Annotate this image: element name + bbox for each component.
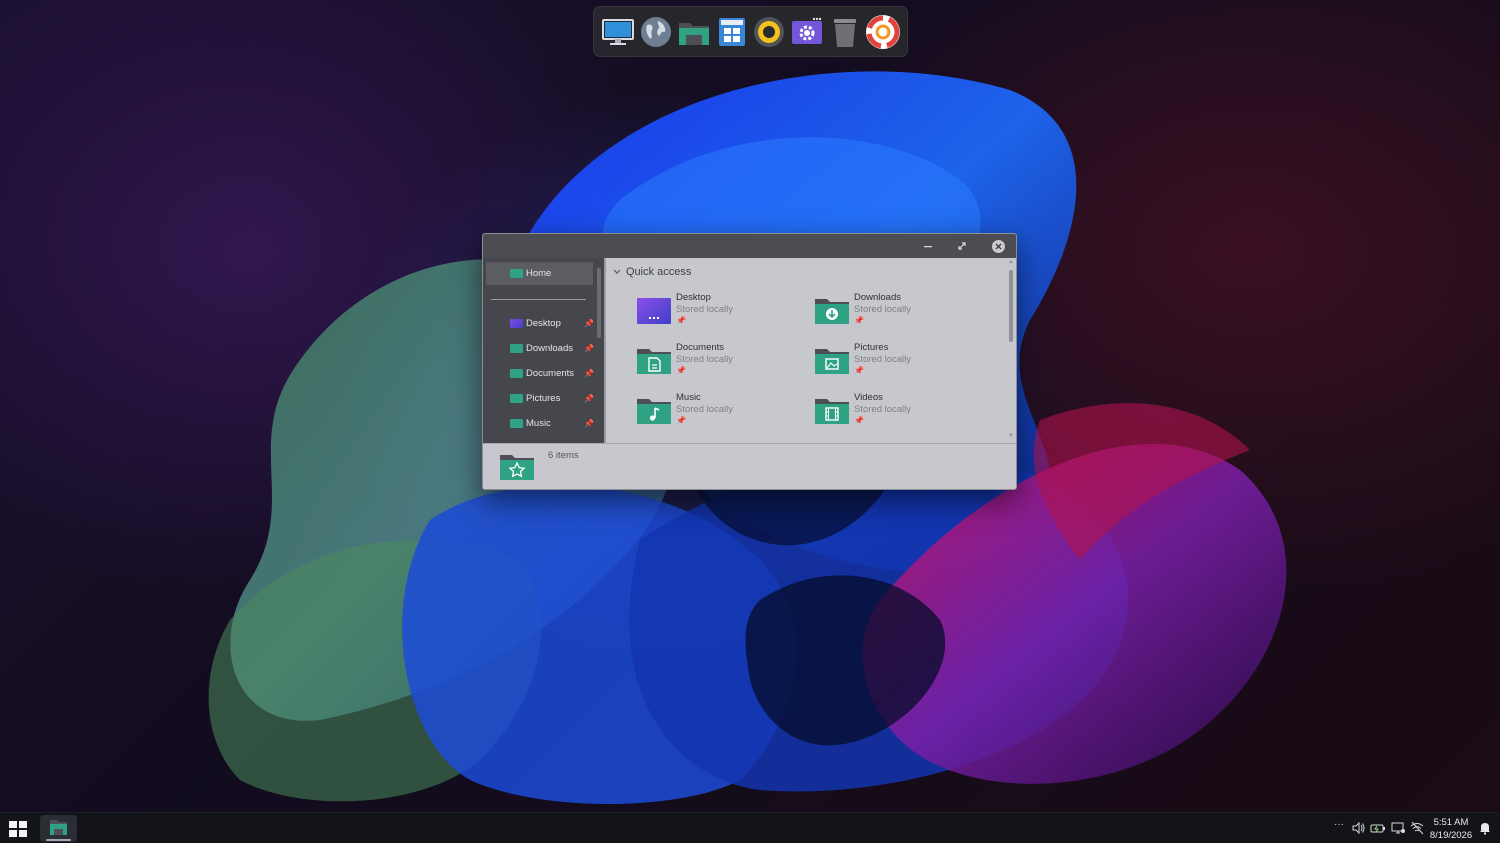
videos-folder-icon — [815, 399, 849, 424]
documents-folder-icon — [637, 349, 671, 374]
scroll-down-icon[interactable]: ▼ — [1008, 433, 1014, 439]
quick-access-title: Quick access — [626, 266, 692, 278]
tile-subtitle: Stored locally — [676, 404, 734, 415]
clock[interactable]: 5:51 AM 8/19/2026 — [1426, 816, 1476, 842]
sidebar-item-downloads[interactable]: Downloads 📌 — [486, 337, 594, 360]
tile-videos[interactable]: Videos Stored locally 📌 — [814, 392, 984, 436]
monitor-icon[interactable] — [600, 12, 636, 52]
maximize-button[interactable] — [951, 237, 973, 255]
clock-time: 5:51 AM — [1433, 817, 1469, 828]
tile-pictures[interactable]: Pictures Stored locally 📌 — [814, 342, 984, 386]
tile-subtitle: Stored locally — [854, 304, 912, 315]
tile-desktop[interactable]: Desktop Stored locally 📌 — [636, 292, 806, 336]
item-count: 6 items — [548, 450, 579, 461]
quick-access-star-folder-icon — [500, 455, 534, 480]
taskbar-file-explorer[interactable] — [40, 815, 77, 842]
media-player-icon[interactable] — [751, 12, 787, 52]
file-explorer-icon — [50, 820, 67, 835]
sidebar-item-label: Downloads — [526, 343, 573, 354]
sidebar-item-home[interactable]: Home — [486, 262, 593, 285]
store-icon[interactable] — [714, 12, 750, 52]
desktop-folder-icon — [510, 319, 523, 328]
sidebar-item-music[interactable]: Music 📌 — [486, 412, 594, 435]
tile-name: Pictures — [854, 342, 889, 353]
pin-icon: 📌 — [854, 366, 864, 375]
sidebar-item-documents[interactable]: Documents 📌 — [486, 362, 594, 385]
tile-subtitle: Stored locally — [854, 354, 912, 365]
home-folder-icon — [510, 269, 523, 278]
sidebar-item-pictures[interactable]: Pictures 📌 — [486, 387, 594, 410]
content-scrollbar[interactable]: ▲ ▼ — [1005, 258, 1016, 443]
music-folder-icon — [510, 419, 523, 428]
scrollbar-thumb[interactable] — [597, 268, 601, 338]
active-indicator — [46, 839, 71, 841]
sidebar-scrollbar[interactable] — [594, 258, 604, 443]
windows-start-icon[interactable] — [8, 820, 28, 838]
pictures-folder-icon — [510, 394, 523, 403]
quick-access-header[interactable]: Quick access — [612, 266, 691, 278]
tile-name: Videos — [854, 392, 883, 403]
wifi-off-icon[interactable] — [1410, 821, 1425, 835]
sidebar-item-label: Music — [526, 418, 551, 429]
tile-documents[interactable]: Documents Stored locally 📌 — [636, 342, 806, 386]
settings-icon[interactable] — [789, 12, 825, 52]
pin-icon: 📌 — [854, 416, 864, 425]
clock-date: 8/19/2026 — [1429, 830, 1473, 841]
downloads-folder-icon — [815, 299, 849, 324]
sidebar-item-label: Home — [526, 268, 552, 279]
music-folder-icon — [637, 399, 671, 424]
pin-icon: 📌 — [676, 316, 686, 325]
details-bar: 6 items — [483, 443, 1016, 489]
pin-icon: 📌 — [584, 394, 594, 403]
volume-icon[interactable] — [1351, 821, 1365, 835]
tile-name: Music — [676, 392, 701, 403]
tile-name: Desktop — [676, 292, 711, 303]
desktop-folder-icon — [637, 298, 671, 324]
tile-name: Documents — [676, 342, 725, 353]
minimize-button[interactable] — [917, 237, 939, 255]
tile-music[interactable]: Music Stored locally 📌 — [636, 392, 806, 436]
scroll-up-icon[interactable]: ▲ — [1008, 259, 1014, 265]
dock — [593, 6, 908, 57]
battery-charging-icon[interactable] — [1370, 821, 1386, 835]
pin-icon: 📌 — [584, 344, 594, 353]
tile-downloads[interactable]: Downloads Stored locally 📌 — [814, 292, 984, 336]
close-icon — [991, 239, 1005, 253]
chevron-down-icon — [613, 269, 621, 274]
app-launcher-icon[interactable] — [865, 12, 901, 52]
tile-name: Downloads — [854, 292, 901, 303]
sidebar-item-desktop[interactable]: Desktop 📌 — [486, 312, 594, 335]
pin-icon: 📌 — [854, 316, 864, 325]
file-explorer-window: Home Desktop 📌 Downloads 📌 Documents 📌 P… — [482, 233, 1017, 490]
sidebar-divider — [491, 299, 586, 300]
downloads-folder-icon — [510, 344, 523, 353]
sidebar-item-label: Pictures — [526, 393, 561, 404]
taskbar: ··· 5:51 AM 8/19/2026 — [0, 812, 1500, 843]
recycle-bin-icon[interactable] — [827, 12, 863, 52]
pin-icon: 📌 — [584, 419, 594, 428]
close-button[interactable] — [987, 237, 1009, 255]
pictures-folder-icon — [815, 349, 849, 374]
scrollbar-thumb[interactable] — [1009, 270, 1013, 342]
sidebar-item-label: Documents — [526, 368, 575, 379]
navigation-pane: Home Desktop 📌 Downloads 📌 Documents 📌 P… — [483, 258, 604, 443]
overflow-icon[interactable]: ··· — [1334, 819, 1344, 830]
pin-icon: 📌 — [676, 416, 686, 425]
pin-icon: 📌 — [584, 319, 594, 328]
tile-subtitle: Stored locally — [854, 404, 912, 415]
tile-subtitle: Stored locally — [676, 304, 734, 315]
pin-icon: 📌 — [584, 369, 594, 378]
network-display-icon[interactable] — [1391, 821, 1406, 835]
globe-icon[interactable] — [638, 12, 674, 52]
pin-icon: 📌 — [676, 366, 686, 375]
sidebar-item-label: Desktop — [526, 318, 561, 329]
documents-folder-icon — [510, 369, 523, 378]
file-explorer-icon[interactable] — [676, 12, 712, 52]
notification-bell-icon[interactable] — [1479, 821, 1491, 835]
title-bar[interactable] — [483, 234, 1016, 258]
content-pane: Quick access Desktop Stored locally 📌 Do… — [606, 258, 1016, 443]
tile-subtitle: Stored locally — [676, 354, 734, 365]
